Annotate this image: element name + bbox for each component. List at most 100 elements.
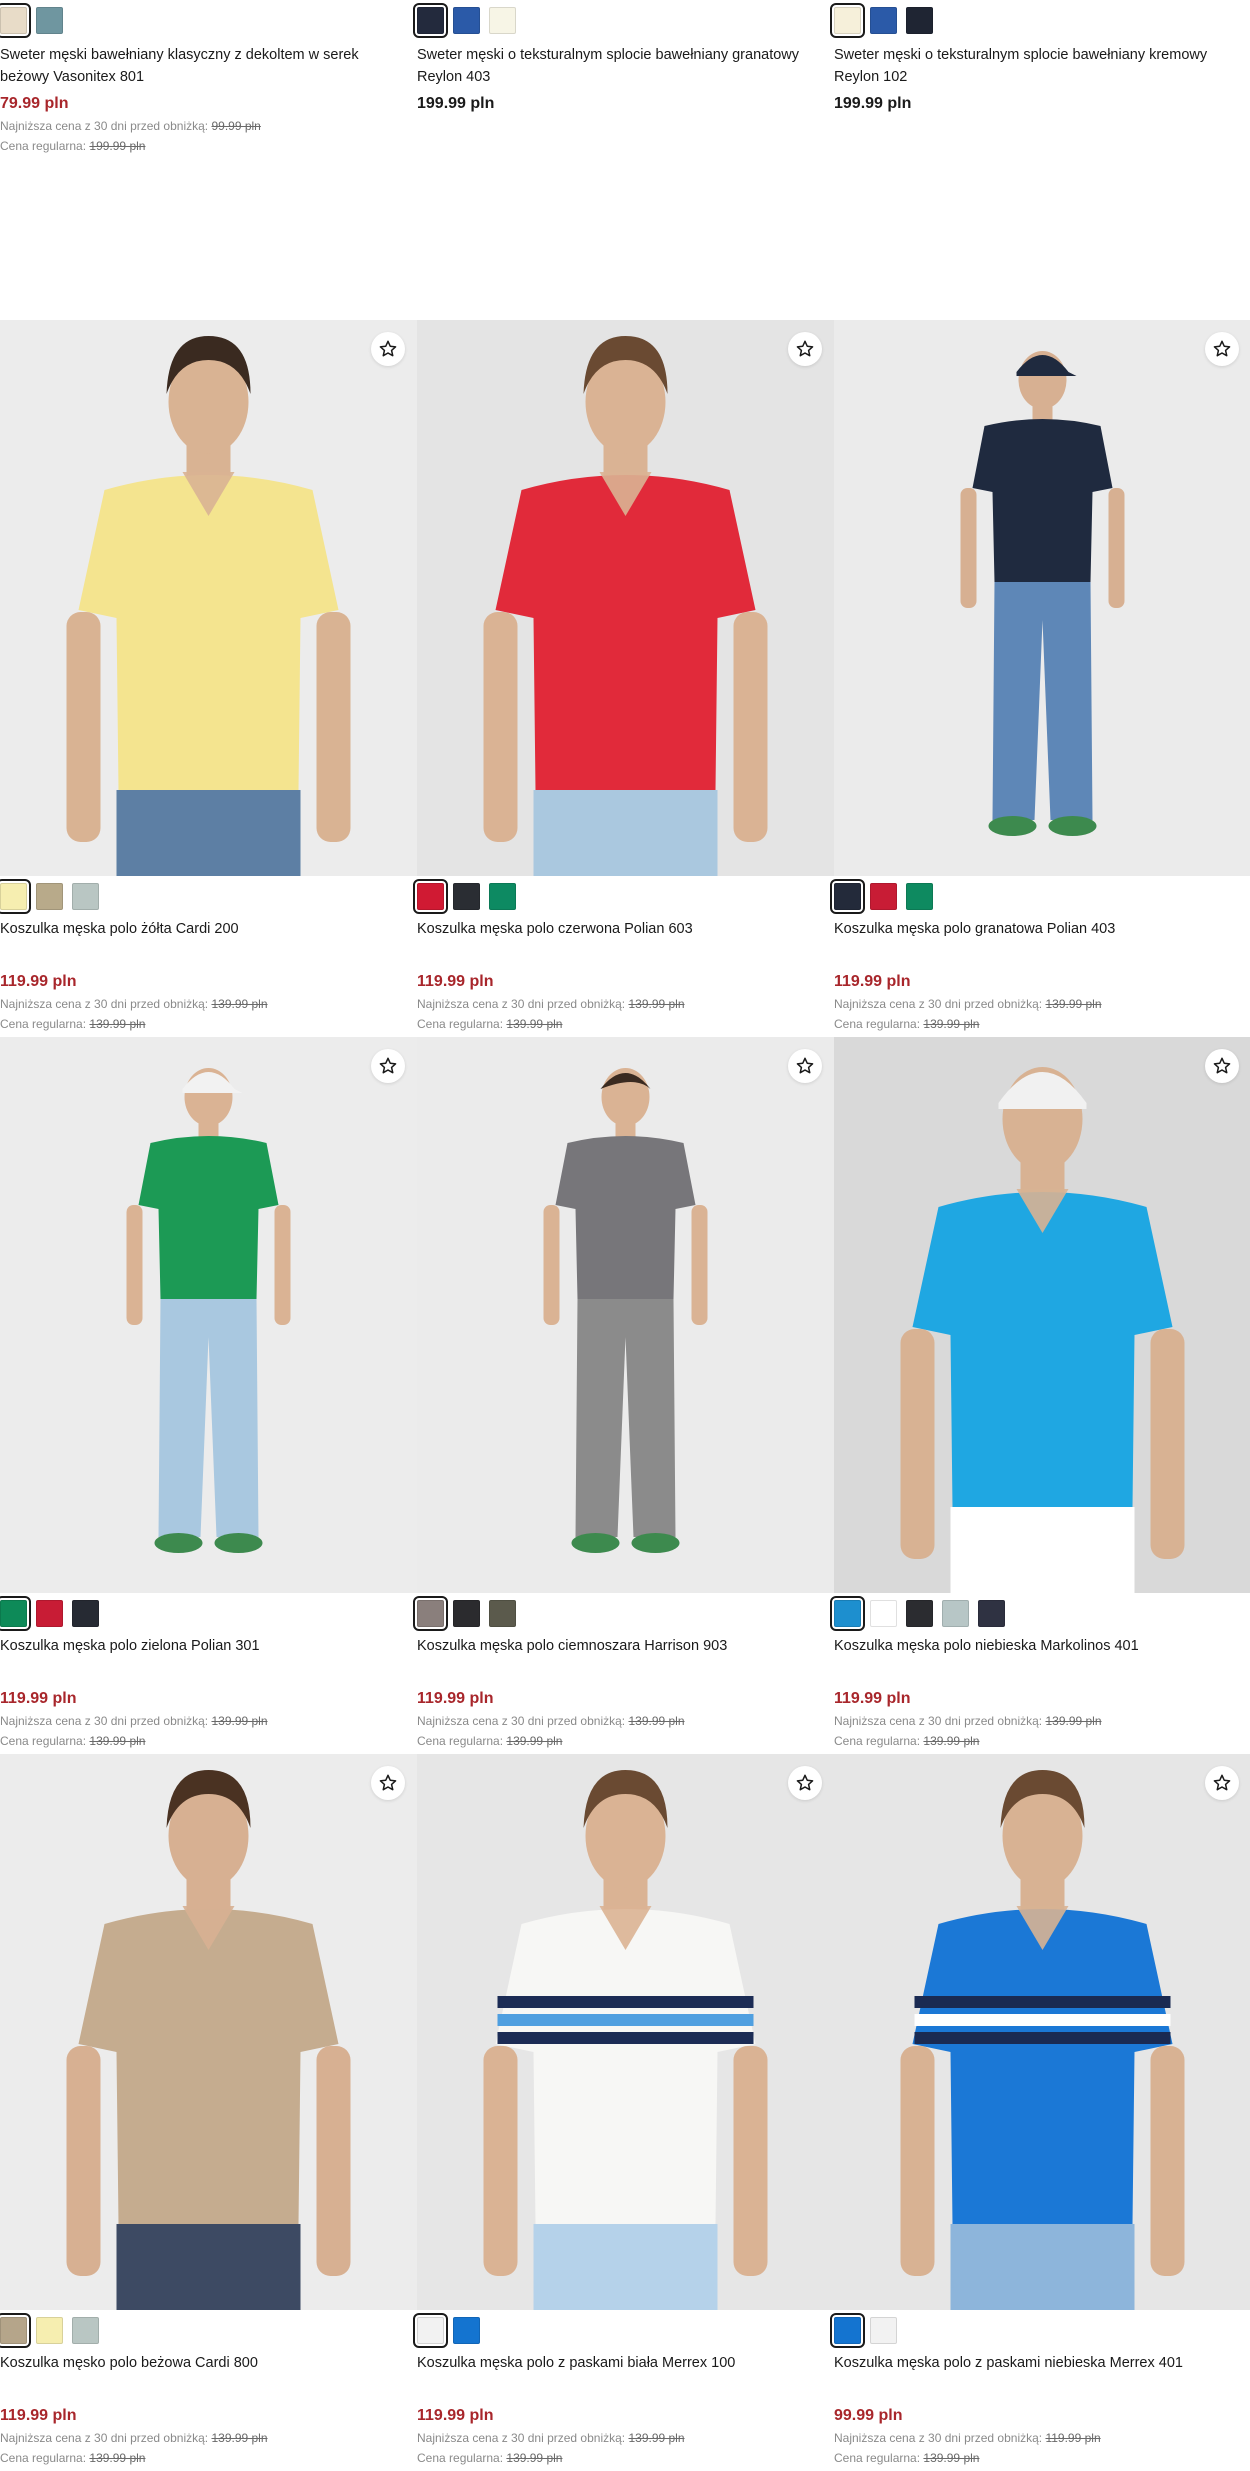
color-swatch[interactable] bbox=[830, 1595, 865, 1631]
color-swatch[interactable] bbox=[72, 2316, 99, 2344]
color-swatch[interactable] bbox=[413, 2, 448, 38]
product-name[interactable]: Sweter męski o teksturalnym splocie bawe… bbox=[417, 44, 827, 88]
color-swatch[interactable] bbox=[36, 6, 63, 34]
product-card[interactable]: Koszulka męska polo żółta Cardi 200 119.9… bbox=[0, 320, 417, 1034]
color-swatch[interactable] bbox=[870, 6, 897, 34]
regular-price-label: Cena regularna: bbox=[0, 2451, 87, 2465]
color-swatch[interactable] bbox=[906, 6, 933, 34]
color-swatch[interactable] bbox=[453, 882, 480, 910]
lowest-price-label: Najniższa cena z 30 dni przed obniżką: bbox=[0, 1714, 209, 1728]
product-name[interactable]: Koszulka męska polo granatowa Polian 403 bbox=[834, 918, 1244, 970]
color-swatch[interactable] bbox=[36, 2316, 63, 2344]
product-card[interactable]: Sweter męski bawełniany klasyczny z deko… bbox=[0, 0, 417, 156]
price-block: 119.99 pln Najniższa cena z 30 dni przed … bbox=[834, 1687, 1250, 1751]
add-to-wishlist-button[interactable] bbox=[788, 1049, 822, 1083]
product-price: 119.99 pln bbox=[834, 1690, 911, 1707]
color-swatch[interactable] bbox=[72, 1599, 99, 1627]
product-name[interactable]: Sweter męski bawełniany klasyczny z deko… bbox=[0, 44, 410, 88]
regular-price-value: 139.99 pln bbox=[89, 1017, 146, 1031]
product-name[interactable]: Koszulka męska polo z paskami biała Merr… bbox=[417, 2352, 827, 2404]
product-name[interactable]: Sweter męski o teksturalnym splocie bawe… bbox=[834, 44, 1244, 88]
add-to-wishlist-button[interactable] bbox=[371, 1766, 405, 1800]
product-price: 119.99 pln bbox=[0, 973, 77, 990]
lowest-price-label: Najniższa cena z 30 dni przed obniżką: bbox=[417, 997, 626, 1011]
regular-price-label: Cena regularna: bbox=[417, 1017, 504, 1031]
product-card[interactable]: Koszulka męska polo czerwona Polian 603 1… bbox=[413, 320, 834, 1034]
product-card[interactable]: Koszulka męska polo granatowa Polian 403… bbox=[830, 320, 1250, 1034]
product-image[interactable] bbox=[0, 1037, 417, 1593]
color-swatch[interactable] bbox=[489, 882, 516, 910]
color-swatch[interactable] bbox=[489, 6, 516, 34]
product-card[interactable]: Koszulka męska polo z paskami niebieska … bbox=[830, 1754, 1250, 2468]
product-name[interactable]: Koszulka męsko polo beżowa Cardi 800 bbox=[0, 2352, 410, 2404]
color-swatch[interactable] bbox=[413, 878, 448, 914]
product-name[interactable]: Koszulka męska polo z paskami niebieska … bbox=[834, 2352, 1244, 2404]
lowest-price-label: Najniższa cena z 30 dni przed obniżką: bbox=[834, 997, 1043, 1011]
product-card[interactable]: Koszulka męska polo zielona Polian 301 11… bbox=[0, 1037, 417, 1751]
color-swatch[interactable] bbox=[830, 2312, 865, 2348]
color-swatch[interactable] bbox=[72, 882, 99, 910]
color-swatch[interactable] bbox=[453, 1599, 480, 1627]
product-image[interactable] bbox=[417, 320, 834, 876]
product-image[interactable] bbox=[834, 1037, 1250, 1593]
color-swatch[interactable] bbox=[36, 882, 63, 910]
color-swatch[interactable] bbox=[870, 882, 897, 910]
add-to-wishlist-button[interactable] bbox=[1205, 1766, 1239, 1800]
add-to-wishlist-button[interactable] bbox=[1205, 332, 1239, 366]
product-name[interactable]: Koszulka męska polo żółta Cardi 200 bbox=[0, 918, 410, 970]
regular-price-info: Cena regularna: 139.99 pln bbox=[834, 1731, 1250, 1751]
star-icon bbox=[1213, 1774, 1231, 1791]
color-swatches bbox=[0, 878, 417, 914]
color-swatch[interactable] bbox=[36, 1599, 63, 1627]
product-card[interactable]: Sweter męski o teksturalnym splocie bawe… bbox=[830, 0, 1250, 116]
color-swatch[interactable] bbox=[0, 1595, 31, 1631]
product-name[interactable]: Koszulka męska polo zielona Polian 301 bbox=[0, 1635, 410, 1687]
color-swatch[interactable] bbox=[830, 2, 865, 38]
price-block: 119.99 pln Najniższa cena z 30 dni przed … bbox=[417, 2404, 834, 2468]
product-card[interactable]: Sweter męski o teksturalnym splocie bawe… bbox=[413, 0, 834, 116]
color-swatch[interactable] bbox=[870, 2316, 897, 2344]
product-image[interactable] bbox=[0, 1754, 417, 2310]
color-swatch[interactable] bbox=[942, 1599, 969, 1627]
product-image[interactable] bbox=[834, 320, 1250, 876]
add-to-wishlist-button[interactable] bbox=[371, 332, 405, 366]
product-card[interactable]: Koszulka męsko polo beżowa Cardi 800 119.… bbox=[0, 1754, 417, 2468]
product-card[interactable]: Koszulka męska polo ciemnoszara Harrison… bbox=[413, 1037, 834, 1751]
product-card[interactable]: Koszulka męska polo z paskami biała Merr… bbox=[413, 1754, 834, 2468]
lowest-price-info: Najniższa cena z 30 dni przed obniżką: 1… bbox=[0, 1711, 417, 1731]
color-swatch[interactable] bbox=[453, 6, 480, 34]
color-swatch[interactable] bbox=[906, 1599, 933, 1627]
color-swatch[interactable] bbox=[489, 1599, 516, 1627]
product-name[interactable]: Koszulka męska polo czerwona Polian 603 bbox=[417, 918, 827, 970]
color-swatch[interactable] bbox=[0, 2312, 31, 2348]
color-swatch[interactable] bbox=[453, 2316, 480, 2344]
add-to-wishlist-button[interactable] bbox=[788, 1766, 822, 1800]
price-block: 119.99 pln Najniższa cena z 30 dni przed … bbox=[834, 970, 1250, 1034]
add-to-wishlist-button[interactable] bbox=[1205, 1049, 1239, 1083]
product-name[interactable]: Koszulka męska polo ciemnoszara Harrison… bbox=[417, 1635, 827, 1687]
regular-price-info: Cena regularna: 139.99 pln bbox=[0, 2448, 417, 2468]
price-block: 99.99 pln Najniższa cena z 30 dni przed o… bbox=[834, 2404, 1250, 2468]
lowest-price-info: Najniższa cena z 30 dni przed obniżką: 1… bbox=[0, 994, 417, 1014]
color-swatch[interactable] bbox=[978, 1599, 1005, 1627]
color-swatch[interactable] bbox=[906, 882, 933, 910]
product-image[interactable] bbox=[417, 1037, 834, 1593]
product-image[interactable] bbox=[417, 1754, 834, 2310]
price-block: 119.99 pln Najniższa cena z 30 dni przed … bbox=[0, 1687, 417, 1751]
product-image[interactable] bbox=[0, 320, 417, 876]
lowest-price-info: Najniższa cena z 30 dni przed obniżką: 9… bbox=[0, 116, 417, 136]
color-swatch[interactable] bbox=[870, 1599, 897, 1627]
color-swatch[interactable] bbox=[413, 2312, 448, 2348]
add-to-wishlist-button[interactable] bbox=[371, 1049, 405, 1083]
color-swatch[interactable] bbox=[830, 878, 865, 914]
color-swatches bbox=[0, 2312, 417, 2348]
product-card[interactable]: Koszulka męska polo niebieska Markolinos… bbox=[830, 1037, 1250, 1751]
color-swatches bbox=[830, 878, 1250, 914]
color-swatch[interactable] bbox=[0, 878, 31, 914]
color-swatch[interactable] bbox=[413, 1595, 448, 1631]
color-swatch[interactable] bbox=[0, 2, 31, 38]
product-image[interactable] bbox=[834, 1754, 1250, 2310]
price-block: 119.99 pln Najniższa cena z 30 dni przed … bbox=[417, 970, 834, 1034]
product-name[interactable]: Koszulka męska polo niebieska Markolinos… bbox=[834, 1635, 1244, 1687]
add-to-wishlist-button[interactable] bbox=[788, 332, 822, 366]
